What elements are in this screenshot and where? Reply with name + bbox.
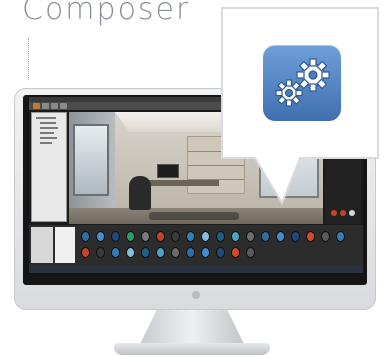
gear-icon [275, 58, 330, 107]
app-icon[interactable] [263, 45, 341, 121]
